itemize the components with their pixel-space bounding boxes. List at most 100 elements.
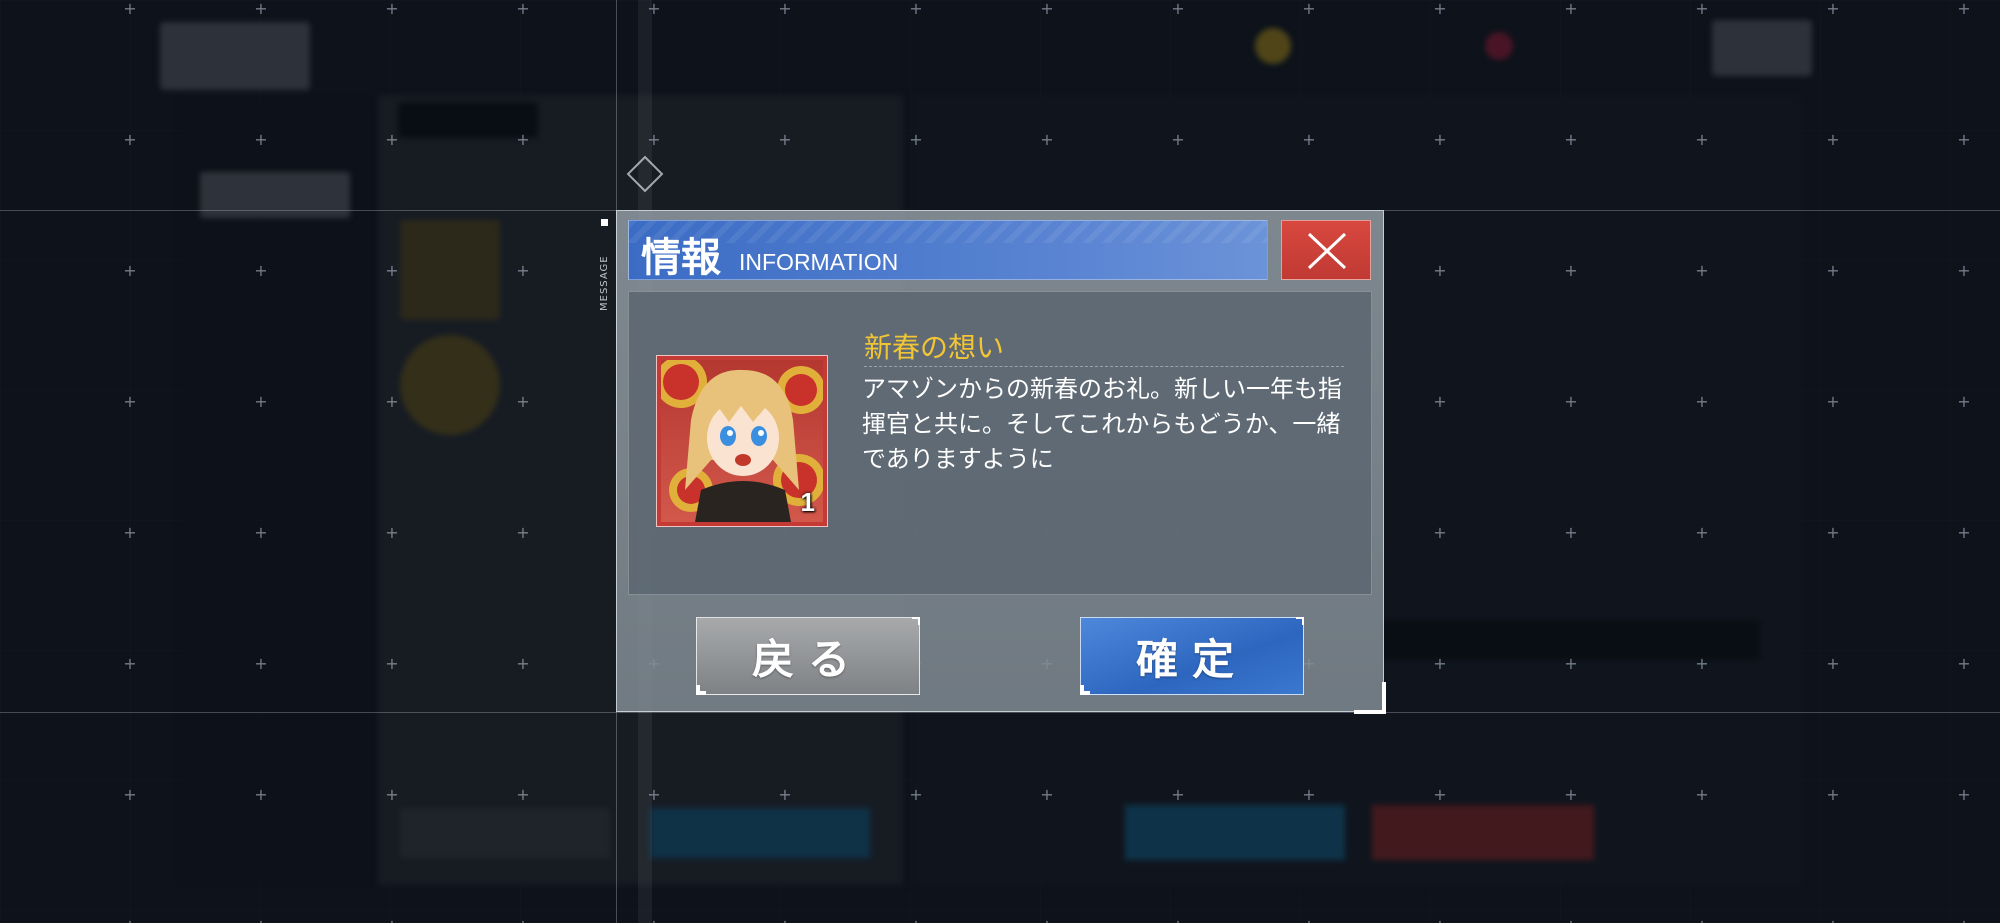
grid-plus-marker: +: [647, 0, 661, 18]
grid-plus-marker: +: [385, 0, 399, 18]
button-corner-icon: [696, 685, 706, 695]
back-button-label: 戻る: [751, 634, 864, 684]
grid-plus-marker: +: [1957, 523, 1971, 542]
grid-plus-marker: +: [254, 392, 268, 411]
grid-plus-marker: +: [1302, 785, 1316, 804]
grid-plus-marker: +: [1957, 130, 1971, 149]
grid-plus-marker: +: [123, 523, 137, 542]
grid-plus-marker: +: [1695, 0, 1709, 18]
grid-plus-marker: +: [778, 0, 792, 18]
grid-plus-marker: +: [1433, 918, 1447, 923]
grid-plus-marker: +: [1957, 918, 1971, 923]
dialog-title-bar: 情報 INFORMATION: [628, 220, 1268, 280]
information-dialog: MESSAGE 情報 INFORMATION 1 新春の想い アマゾンからの新春…: [599, 210, 1386, 714]
grid-plus-marker: +: [1171, 0, 1185, 18]
grid-plus-marker: +: [516, 0, 530, 18]
grid-plus-marker: +: [647, 785, 661, 804]
grid-plus-marker: +: [1040, 0, 1054, 18]
grid-plus-marker: +: [1826, 523, 1840, 542]
grid-plus-marker: +: [516, 654, 530, 673]
grid-plus-marker: +: [1302, 0, 1316, 18]
grid-plus-marker: +: [123, 261, 137, 280]
message-side-label: MESSAGE: [599, 255, 610, 311]
confirm-button[interactable]: 確定: [1080, 617, 1304, 695]
grid-plus-marker: +: [1695, 392, 1709, 411]
grid-plus-marker: +: [385, 261, 399, 280]
grid-plus-marker: +: [1564, 130, 1578, 149]
grid-plus-marker: +: [385, 654, 399, 673]
dialog-title: 情報: [641, 234, 721, 280]
grid-plus-marker: +: [385, 523, 399, 542]
grid-plus-marker: +: [778, 130, 792, 149]
grid-plus-marker: +: [1171, 785, 1185, 804]
item-name-divider: [864, 366, 1344, 367]
item-description: アマゾンからの新春のお礼。新しい一年も指揮官と共に。そしてこれからもどうか、一緒…: [862, 375, 1342, 473]
grid-plus-marker: +: [1433, 261, 1447, 280]
grid-plus-marker: +: [254, 261, 268, 280]
grid-plus-marker: +: [1433, 130, 1447, 149]
grid-plus-marker: +: [909, 0, 923, 18]
grid-plus-marker: +: [1433, 523, 1447, 542]
grid-plus-marker: +: [516, 785, 530, 804]
grid-plus-marker: +: [1564, 918, 1578, 923]
grid-plus-marker: +: [1171, 130, 1185, 149]
grid-plus-marker: +: [1433, 785, 1447, 804]
grid-plus-marker: +: [1433, 654, 1447, 673]
message-marker-icon: [601, 219, 608, 226]
grid-plus-marker: +: [647, 918, 661, 923]
grid-plus-marker: +: [1695, 130, 1709, 149]
item-count: 1: [800, 487, 815, 517]
grid-plus-marker: +: [385, 392, 399, 411]
item-name: 新春の想い: [864, 331, 1005, 364]
character-portrait: [661, 360, 823, 522]
grid-plus-marker: +: [1695, 785, 1709, 804]
grid-plus-marker: +: [516, 918, 530, 923]
confirm-button-label: 確定: [1135, 634, 1248, 684]
grid-plus-marker: +: [254, 523, 268, 542]
grid-plus-marker: +: [909, 130, 923, 149]
grid-plus-marker: +: [1957, 392, 1971, 411]
corner-bracket-icon: [1354, 682, 1386, 714]
grid-plus-marker: +: [1564, 392, 1578, 411]
close-icon: [1307, 232, 1347, 270]
grid-plus-marker: +: [123, 392, 137, 411]
grid-plus-marker: +: [254, 0, 268, 18]
grid-plus-marker: +: [1564, 785, 1578, 804]
grid-plus-marker: +: [516, 130, 530, 149]
grid-plus-marker: +: [778, 918, 792, 923]
grid-plus-marker: +: [1302, 918, 1316, 923]
grid-plus-marker: +: [123, 785, 137, 804]
grid-plus-marker: +: [1433, 392, 1447, 411]
grid-plus-marker: +: [778, 785, 792, 804]
item-card[interactable]: 1: [656, 355, 828, 527]
background-guide-line: [0, 712, 2000, 713]
grid-plus-marker: +: [1695, 918, 1709, 923]
grid-plus-marker: +: [1826, 392, 1840, 411]
grid-plus-marker: +: [1040, 785, 1054, 804]
item-info-panel: 1 新春の想い アマゾンからの新春のお礼。新しい一年も指揮官と共に。そしてこれか…: [628, 291, 1372, 595]
close-button[interactable]: [1281, 220, 1371, 280]
back-button[interactable]: 戻る: [696, 617, 920, 695]
grid-plus-marker: +: [1826, 654, 1840, 673]
grid-plus-marker: +: [1957, 654, 1971, 673]
grid-plus-marker: +: [1564, 523, 1578, 542]
grid-plus-marker: +: [1302, 130, 1316, 149]
grid-plus-marker: +: [1957, 261, 1971, 280]
grid-plus-marker: +: [516, 261, 530, 280]
grid-plus-marker: +: [123, 0, 137, 18]
grid-plus-marker: +: [516, 523, 530, 542]
grid-plus-marker: +: [1695, 654, 1709, 673]
grid-plus-marker: +: [254, 918, 268, 923]
grid-plus-marker: +: [385, 785, 399, 804]
grid-plus-marker: +: [254, 654, 268, 673]
grid-plus-marker: +: [1040, 918, 1054, 923]
grid-plus-marker: +: [123, 918, 137, 923]
grid-plus-marker: +: [1826, 785, 1840, 804]
button-corner-icon: [1080, 685, 1090, 695]
grid-plus-marker: +: [1695, 523, 1709, 542]
dialog-title-english: INFORMATION: [739, 249, 899, 275]
grid-plus-marker: +: [123, 654, 137, 673]
grid-plus-marker: +: [1826, 0, 1840, 18]
button-corner-icon: [1296, 617, 1304, 625]
grid-plus-marker: +: [1171, 918, 1185, 923]
